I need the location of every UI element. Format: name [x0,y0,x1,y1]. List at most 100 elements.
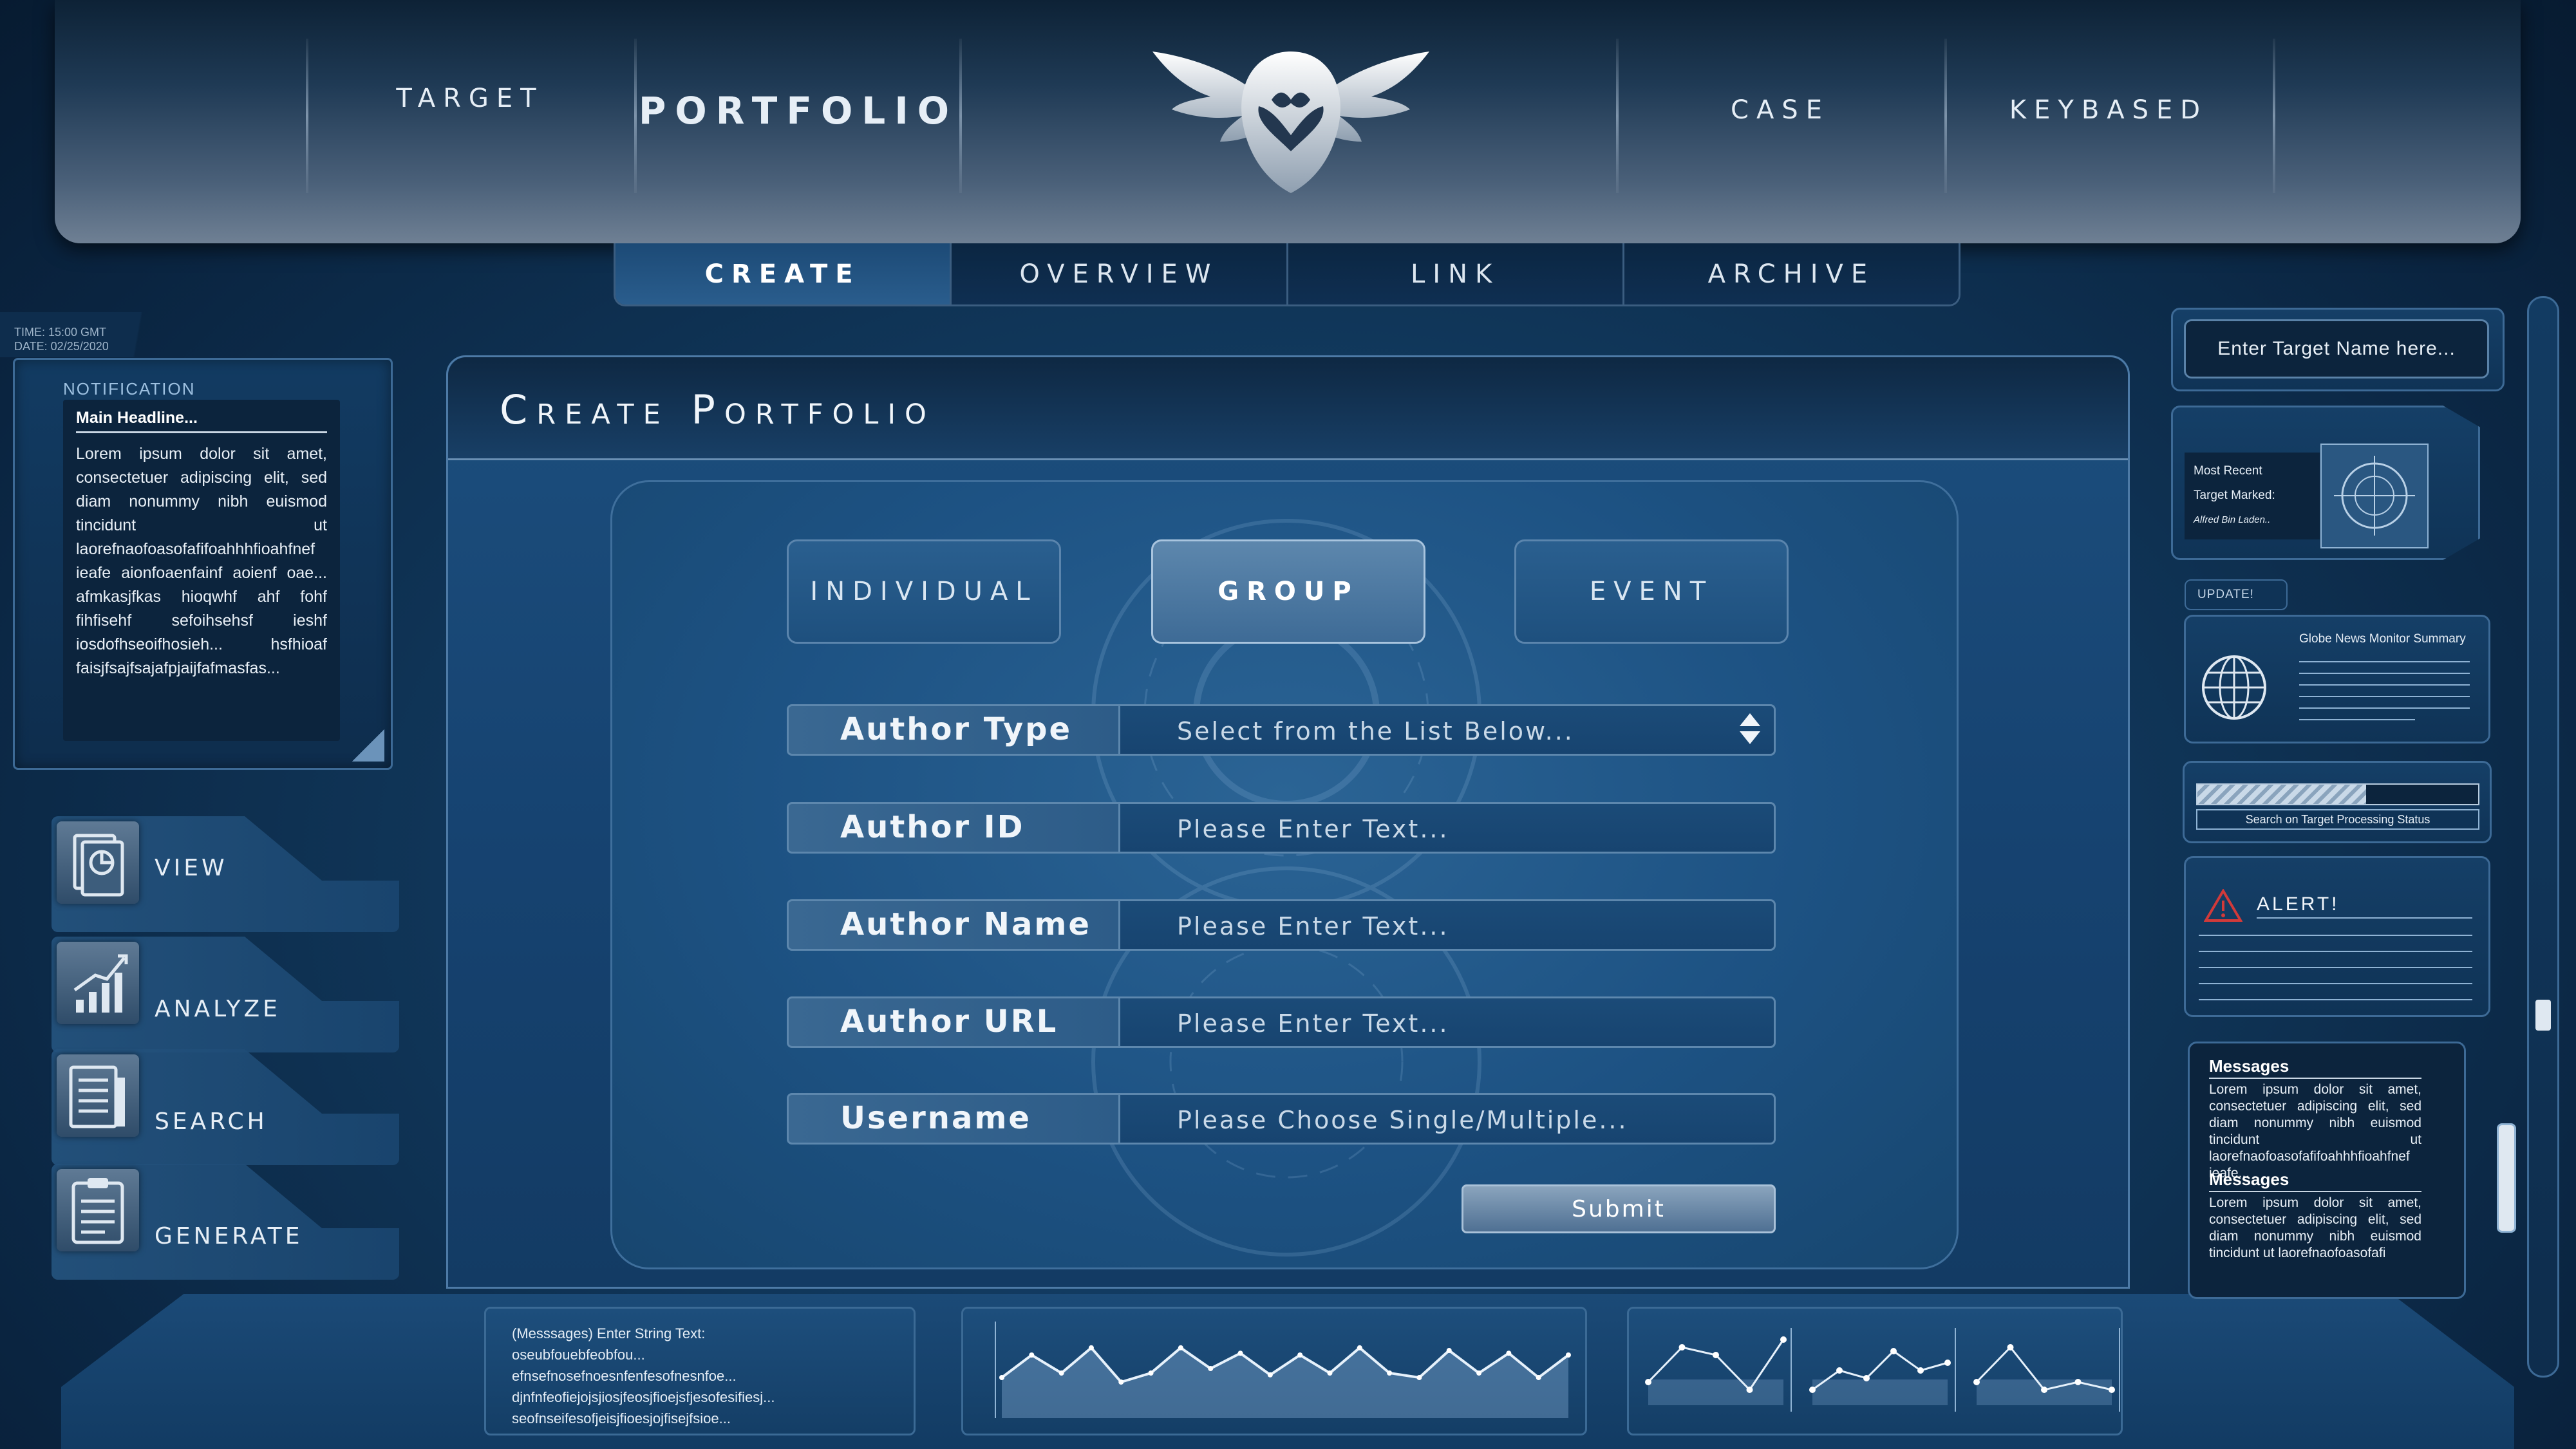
recent-line: Most Recent [2194,464,2262,478]
sidebar-item-label: SEARCH [155,1108,268,1135]
author-name-input[interactable]: Please Enter Text... [1118,899,1776,951]
tab-create[interactable]: CREATE [616,243,952,304]
string-messages-text: (Messsages) Enter String Text: oseubfoue… [486,1309,914,1429]
message-title: Messages [2209,1170,2421,1192]
line-chart [995,1322,1571,1418]
globe-news-title: Globe News Monitor Summary [2299,632,2466,646]
sidebar-item-view[interactable]: VIEW [52,816,399,932]
line-chart-point [1088,1345,1094,1351]
line-chart-point [1446,1348,1452,1353]
tab-archive[interactable]: ARCHIVE [1624,243,1959,304]
mini-chart-base [1812,1379,1948,1405]
nav-keybased[interactable]: KEYBASED [1948,95,2270,147]
notification-content[interactable]: Main Headline... Lorem ipsum dolor sit a… [63,400,340,741]
alert-detail-lines [2199,917,2472,1000]
author-name-row: Author Name Please Enter Text... [787,899,1776,951]
author-type-label: Author Type [787,704,1122,756]
scrollbar-thumb[interactable] [2535,1000,2551,1031]
line-chart-panel [961,1307,1587,1435]
time-text: TIME: 15:00 GMT [14,326,107,339]
username-input[interactable]: Please Choose Single/Multiple... [1118,1093,1776,1145]
line-chart-area [1002,1347,1568,1418]
news-summary-lines [2299,661,2470,720]
submit-button[interactable]: Submit [1462,1184,1776,1233]
string-messages-panel[interactable]: (Messsages) Enter String Text: oseubfoue… [484,1307,916,1435]
message-block: Messages Lorem ipsum dolor sit amet, con… [2209,1170,2421,1262]
nav-portfolio[interactable]: PORTFOLIO [637,89,959,140]
type-group-button[interactable]: GROUP [1151,539,1425,644]
globe-icon [2202,655,2266,720]
line-chart-point [1058,1370,1064,1376]
processing-progress-bar [2196,783,2479,805]
alert-label: ALERT! [2257,893,2340,915]
side-slider-handle[interactable] [2497,1123,2516,1233]
message-line: efnsefnosefnoesnfenfesofnesnfoe... [512,1368,737,1384]
recent-line: Target Marked: [2194,489,2275,502]
messages-panel[interactable]: Messages Lorem ipsum dolor sit amet, con… [2188,1042,2466,1299]
update-badge: UPDATE! [2185,579,2288,610]
mini-chart-base [1648,1379,1783,1405]
recent-target-name: Alfred Bin Laden.. [2194,514,2271,525]
mini-chart-point [2007,1344,2014,1351]
type-individual-button[interactable]: INDIVIDUAL [787,539,1061,644]
tab-link[interactable]: LINK [1288,243,1624,304]
winged-owl-logo-icon[interactable] [1152,39,1429,200]
view-report-icon [57,821,139,904]
mini-charts-panel [1627,1307,2123,1435]
line-chart-point [999,1375,1004,1380]
sidebar-item-analyze[interactable]: ANALYZE [52,937,399,1052]
notification-label: NOTIFICATION [63,379,196,398]
generate-clipboard-icon [57,1169,139,1251]
mini-chart-point [1973,1379,1980,1385]
line-chart-point [1536,1375,1541,1380]
sidebar-item-generate[interactable]: GENERATE [52,1164,399,1280]
message-title: Messages [2209,1056,2421,1079]
mini-chart-point [1678,1344,1686,1351]
notification-headline: Main Headline... [76,409,327,433]
author-url-input[interactable]: Please Enter Text... [1118,996,1776,1048]
nav-case[interactable]: CASE [1619,95,1941,147]
recent-target-panel: Most Recent Target Marked: Alfred Bin La… [2171,406,2480,560]
author-name-label: Author Name [787,899,1122,951]
nav-target[interactable]: TARGET [309,84,631,135]
panel-titlebar: Create Portfolio [448,357,2128,460]
header-divider [1616,39,1619,193]
author-type-row: Author Type Select from the List Below..… [787,704,1776,756]
tab-overview[interactable]: OVERVIEW [952,243,1288,304]
message-block: Messages Lorem ipsum dolor sit amet, con… [2209,1056,2421,1182]
select-caret-icon [1740,713,1760,744]
mini-chart-point [1809,1387,1816,1393]
search-document-icon [57,1054,139,1137]
line-chart-point [1566,1352,1571,1358]
sidebar-item-label: ANALYZE [155,996,281,1022]
author-id-input[interactable]: Please Enter Text... [1118,802,1776,854]
mini-chart-point [1836,1367,1843,1374]
mini-chart-point [2041,1387,2047,1393]
target-name-input[interactable]: Enter Target Name here... [2184,319,2489,379]
type-event-button[interactable]: EVENT [1514,539,1789,644]
author-url-row: Author URL Please Enter Text... [787,996,1776,1048]
line-chart-point [1416,1375,1422,1380]
sidebar-item-label: GENERATE [155,1223,303,1249]
processing-status-panel: Search on Target Processing Status [2183,761,2492,843]
line-chart-point [1357,1345,1362,1351]
mini-chart-point [1713,1352,1719,1358]
author-id-label: Author ID [787,802,1122,854]
alert-panel[interactable]: ALERT! [2184,856,2490,1017]
resize-corner [352,729,384,762]
vertical-scrollbar[interactable] [2527,296,2559,1378]
mini-chart-point [1890,1348,1897,1354]
line-chart-point [1029,1352,1035,1358]
notification-body: Lorem ipsum dolor sit amet, consectetuer… [76,445,327,677]
header-divider [2273,39,2275,193]
author-type-select[interactable]: Select from the List Below... [1118,704,1776,756]
header-divider [306,39,308,193]
message-body: Lorem ipsum dolor sit amet, consectetuer… [2209,1082,2421,1181]
sidebar-item-search[interactable]: SEARCH [52,1049,399,1165]
globe-news-panel[interactable]: Globe News Monitor Summary [2184,615,2490,743]
page-title: Create Portfolio [500,386,935,433]
mini-chart-point [1944,1360,1951,1366]
mini-chart-point [2074,1379,2082,1385]
line-chart-point [1148,1370,1154,1376]
mini-chart-point [1863,1375,1870,1381]
